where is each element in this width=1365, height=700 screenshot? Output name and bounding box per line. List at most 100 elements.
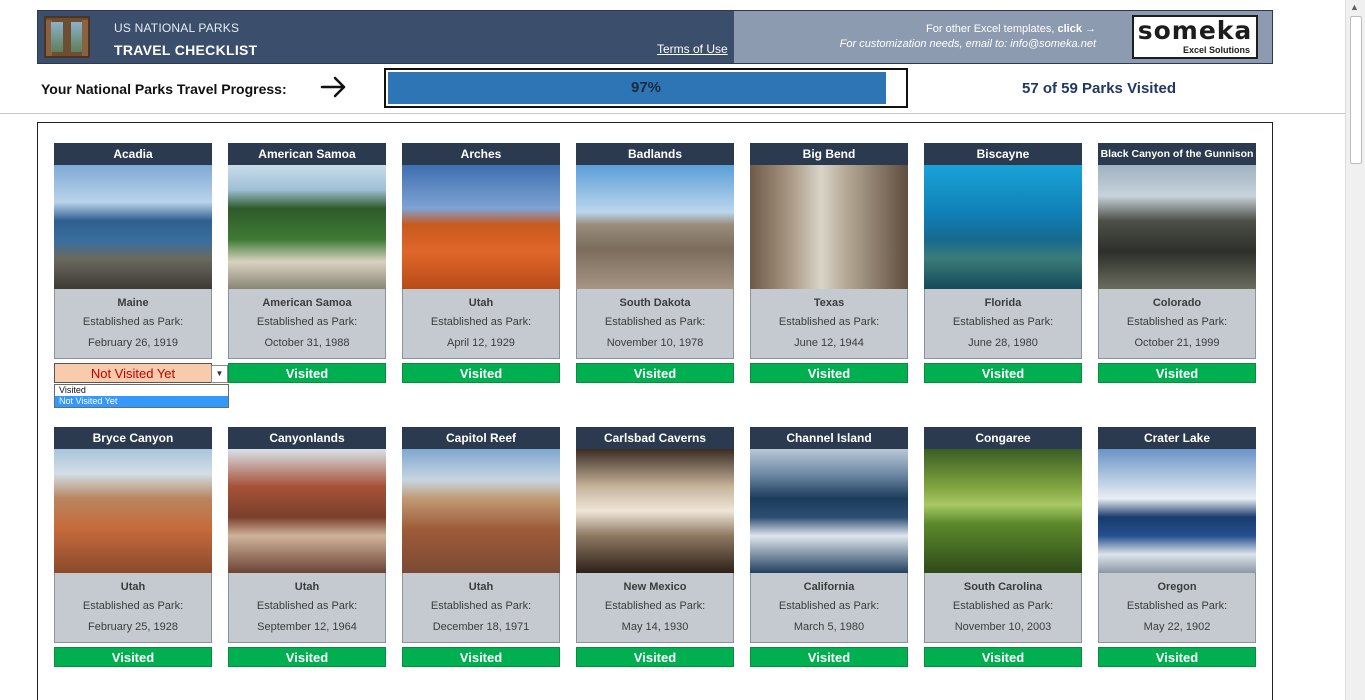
park-name: Canyonlands <box>228 427 386 449</box>
park-name: Bryce Canyon <box>54 427 212 449</box>
park-name: Channel Island <box>750 427 908 449</box>
progress-label: Your National Parks Travel Progress: <box>41 81 287 97</box>
visit-status-cell[interactable]: Visited <box>750 363 908 383</box>
park-card: Crater Lake Oregon Established as Park: May… <box>1098 427 1256 667</box>
customization-text: For customization needs, email to: info@… <box>839 38 1096 50</box>
park-photo <box>228 165 386 289</box>
park-state: New Mexico <box>623 581 687 593</box>
park-info: Oregon Established as Park: May 22, 1902 <box>1098 573 1256 643</box>
park-photo <box>402 449 560 573</box>
someka-logo[interactable]: someka Excel Solutions <box>1132 15 1258 59</box>
established-label: Established as Park: <box>430 316 532 328</box>
park-photo <box>576 449 734 573</box>
park-card: Acadia Maine Established as Park: February … <box>54 143 212 383</box>
park-card: American Samoa American Samoa Established … <box>228 143 386 383</box>
visit-status-cell[interactable]: Visited <box>1098 647 1256 667</box>
park-state: South Carolina <box>963 581 1043 593</box>
park-name: Crater Lake <box>1098 427 1256 449</box>
established-label: Established as Park: <box>778 316 880 328</box>
park-info: California Established as Park: March 5, 1… <box>750 573 908 643</box>
established-date: November 10, 2003 <box>954 621 1052 633</box>
park-card: Carlsbad Caverns New Mexico Established as… <box>576 427 734 667</box>
established-label: Established as Park: <box>1126 316 1228 328</box>
park-name: American Samoa <box>228 143 386 165</box>
spreadsheet-window: US NATIONAL PARKS TRAVEL CHECKLIST Terms… <box>0 0 1365 700</box>
park-photo <box>750 449 908 573</box>
park-name: Black Canyon of the Gunnison <box>1098 143 1256 165</box>
park-photo <box>54 165 212 289</box>
park-name: Arches <box>402 143 560 165</box>
park-info: New Mexico Established as Park: May 14, 19… <box>576 573 734 643</box>
visit-status-cell[interactable]: Visited <box>750 647 908 667</box>
scroll-up-icon[interactable]: ▲ <box>1350 2 1359 12</box>
park-card: Bryce Canyon Utah Established as Park: Febr… <box>54 427 212 667</box>
established-label: Established as Park: <box>778 600 880 612</box>
established-label: Established as Park: <box>952 316 1054 328</box>
visit-status-cell[interactable]: Visited <box>402 363 560 383</box>
arrow-right-icon <box>320 73 348 106</box>
park-state: South Dakota <box>619 297 691 309</box>
established-date: May 14, 1930 <box>621 621 689 633</box>
park-state: California <box>803 581 855 593</box>
established-date: February 25, 1928 <box>88 621 178 633</box>
banner-promo-area: For other Excel templates, click → For c… <box>734 11 1272 63</box>
established-date: May 22, 1902 <box>1143 621 1211 633</box>
scroll-thumb[interactable] <box>1350 16 1362 164</box>
established-label: Established as Park: <box>82 600 184 612</box>
park-card: Biscayne Florida Established as Park: June … <box>924 143 1082 383</box>
park-card: Arches Utah Established as Park: April 12, … <box>402 143 560 383</box>
park-info: Maine Established as Park: February 26, 19… <box>54 289 212 359</box>
templates-click-link[interactable]: click → <box>1057 23 1096 35</box>
established-date: June 12, 1944 <box>794 337 864 349</box>
dropdown-option-visited[interactable]: Visited <box>55 385 228 396</box>
visit-status-cell[interactable]: Not Visited Yet <box>54 363 212 383</box>
park-info: Utah Established as Park: April 12, 1929 <box>402 289 560 359</box>
park-state: Texas <box>813 297 845 309</box>
status-dropdown-list: Visited Not Visited Yet <box>54 384 229 408</box>
established-date: November 10, 1978 <box>606 337 704 349</box>
park-photo <box>924 165 1082 289</box>
banner-title-area: US NATIONAL PARKS TRAVEL CHECKLIST Terms… <box>38 11 734 63</box>
established-label: Established as Park: <box>604 316 706 328</box>
park-state: Oregon <box>1157 581 1197 593</box>
terms-of-use-link[interactable]: Terms of Use <box>657 42 728 56</box>
dropdown-arrow-icon[interactable]: ▼ <box>211 365 228 383</box>
visited-count: 57 of 59 Parks Visited <box>1022 80 1176 97</box>
visit-status-cell[interactable]: Visited <box>576 647 734 667</box>
visit-status-cell[interactable]: Visited <box>228 647 386 667</box>
vertical-scrollbar[interactable]: ▲ <box>1345 0 1365 700</box>
park-state: Florida <box>984 297 1022 309</box>
park-state: Utah <box>120 581 146 593</box>
park-state: Colorado <box>1152 297 1202 309</box>
dropdown-option-not-visited[interactable]: Not Visited Yet <box>55 396 228 407</box>
park-photo <box>1098 165 1256 289</box>
park-info: South Dakota Established as Park: November… <box>576 289 734 359</box>
park-card: Canyonlands Utah Established as Park: Septe… <box>228 427 386 667</box>
park-name: Biscayne <box>924 143 1082 165</box>
park-card: Congaree South Carolina Established as Par… <box>924 427 1082 667</box>
visit-status-cell[interactable]: Visited <box>924 647 1082 667</box>
park-name: Acadia <box>54 143 212 165</box>
visit-status-cell[interactable]: Visited <box>228 363 386 383</box>
park-photo <box>924 449 1082 573</box>
park-photo <box>402 165 560 289</box>
park-state: Utah <box>468 297 494 309</box>
park-name: Badlands <box>576 143 734 165</box>
park-state: Utah <box>468 581 494 593</box>
visit-status-cell[interactable]: Visited <box>924 363 1082 383</box>
banner-subtitle: US NATIONAL PARKS <box>114 21 240 35</box>
progress-bar: 97% <box>384 68 908 108</box>
visit-status-cell[interactable]: Visited <box>576 363 734 383</box>
established-date: March 5, 1980 <box>793 621 865 633</box>
park-info: Utah Established as Park: February 25, 192… <box>54 573 212 643</box>
visit-status-cell[interactable]: Visited <box>54 647 212 667</box>
established-date: February 26, 1919 <box>88 337 178 349</box>
visit-status-cell[interactable]: Visited <box>402 647 560 667</box>
progress-percent: 97% <box>630 79 662 96</box>
established-label: Established as Park: <box>256 316 358 328</box>
established-label: Established as Park: <box>952 600 1054 612</box>
established-date: April 12, 1929 <box>447 337 515 349</box>
brand-tagline: Excel Solutions <box>1182 45 1250 55</box>
park-info: Colorado Established as Park: October 21, … <box>1098 289 1256 359</box>
visit-status-cell[interactable]: Visited <box>1098 363 1256 383</box>
